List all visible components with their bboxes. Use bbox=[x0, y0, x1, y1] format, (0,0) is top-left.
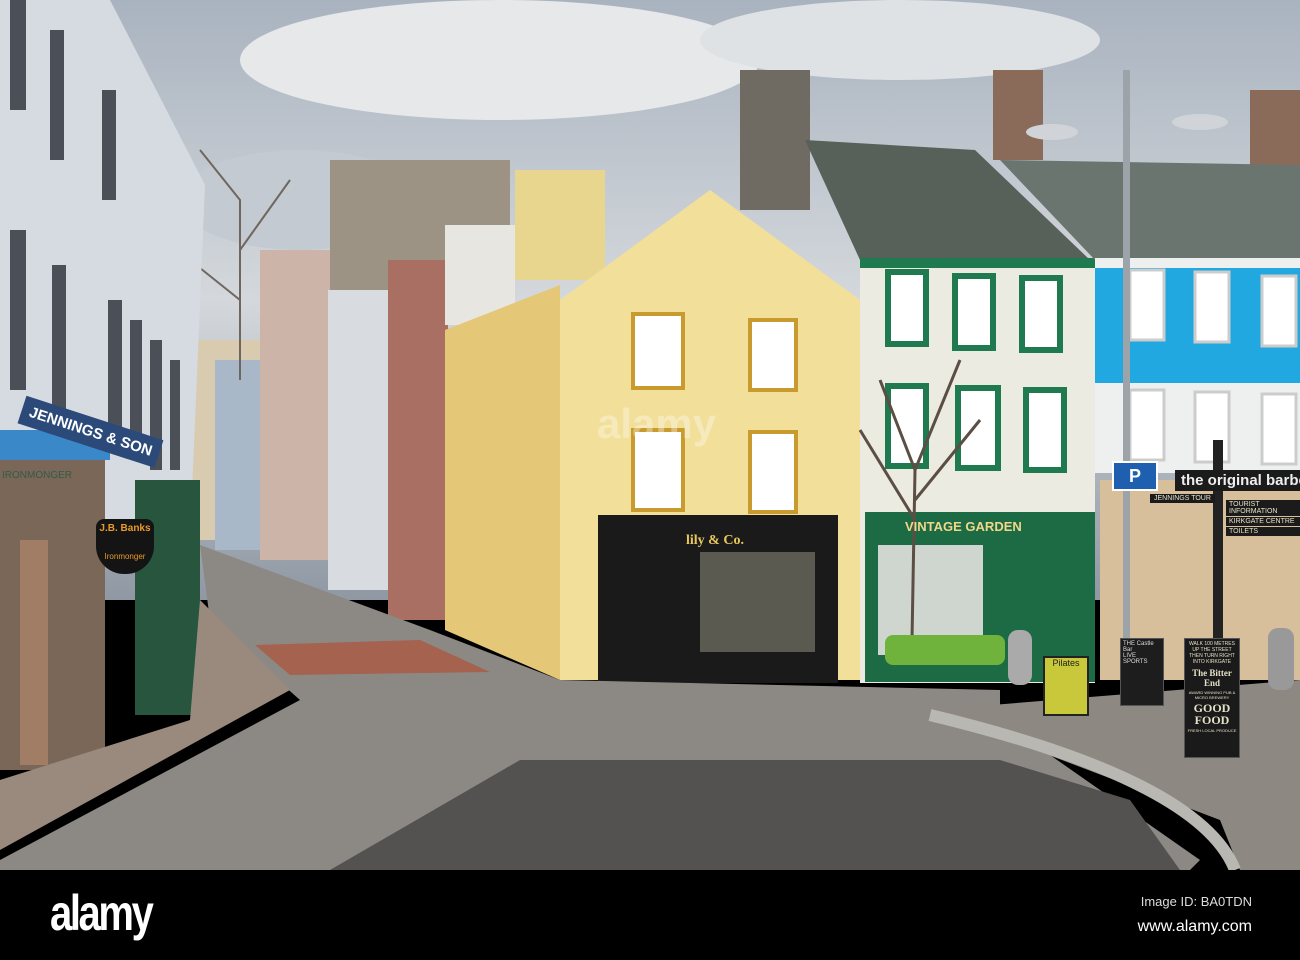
banks-sign-title: J.B. Banks bbox=[99, 523, 151, 534]
bitter-board-directions: WALK 100 METRES UP THE STREET THEN TURN … bbox=[1189, 641, 1235, 665]
window bbox=[748, 318, 798, 392]
bollard bbox=[1268, 628, 1294, 690]
chimney bbox=[515, 170, 605, 280]
parking-sign: P bbox=[1112, 461, 1158, 491]
bitter-end-board: WALK 100 METRES UP THE STREET THEN TURN … bbox=[1184, 638, 1240, 758]
alamy-logo: alamy bbox=[50, 885, 154, 941]
barber-sign: the original barbe bbox=[1175, 470, 1300, 491]
cloud bbox=[240, 0, 760, 120]
bitter-board-brewery: AWARD WINNING PUB & MICRO BREWERY bbox=[1188, 690, 1236, 700]
street-photo: lily & Co. VINTAGE GARDEN the original b… bbox=[0, 0, 1300, 870]
pilates-sign: Pilates bbox=[1043, 656, 1089, 716]
watermark-center: alamy bbox=[597, 400, 717, 447]
street-lamp bbox=[1172, 114, 1228, 130]
watermark-footer: alamy Image ID: BA0TDN www.alamy.com bbox=[0, 870, 1300, 960]
window bbox=[748, 430, 798, 514]
bench-planter bbox=[885, 635, 1005, 665]
left-shop-fascia: IRONMONGER bbox=[2, 470, 72, 481]
chimney bbox=[740, 70, 810, 210]
image-id: Image ID: BA0TDN bbox=[1140, 894, 1252, 909]
lamp-post bbox=[1123, 70, 1130, 640]
bg-building-blue bbox=[215, 360, 265, 550]
window bbox=[631, 312, 685, 390]
jennings-tour-sign: JENNINGS TOUR bbox=[1150, 494, 1215, 503]
bollard bbox=[1008, 630, 1032, 685]
direction-sign-toilets: TOILETS bbox=[1226, 527, 1300, 536]
bitter-board-produce: FRESH LOCAL PRODUCE bbox=[1187, 728, 1237, 733]
castle-bar-board: THE Castle Bar LIVE SPORTS bbox=[1120, 638, 1164, 706]
banks-hanging-sign: J.B. Banks Ironmonger bbox=[96, 519, 154, 574]
green-doorway bbox=[135, 480, 200, 715]
cloud bbox=[700, 0, 1100, 80]
chimney bbox=[993, 70, 1043, 160]
bg-building-white bbox=[328, 290, 393, 590]
bitter-board-name: The Bitter End bbox=[1192, 668, 1232, 688]
castle-board-title: THE Castle Bar bbox=[1123, 641, 1154, 653]
bg-building-pink bbox=[260, 250, 335, 560]
yellow-building-side bbox=[445, 285, 560, 680]
green-trim bbox=[860, 258, 1095, 268]
site-url: www.alamy.com bbox=[1137, 918, 1252, 935]
direction-sign-tourist-information: TOURIST INFORMATION bbox=[1226, 500, 1300, 516]
bg-building-red bbox=[388, 260, 448, 620]
shutter bbox=[20, 540, 48, 765]
direction-sign-kirkgate-centre: KIRKGATE CENTRE bbox=[1226, 517, 1300, 526]
street-lamp bbox=[1026, 124, 1078, 140]
left-shop-front bbox=[0, 455, 105, 770]
shop-window bbox=[700, 552, 815, 652]
direction-signs: TOURIST INFORMATION KIRKGATE CENTRE TOIL… bbox=[1226, 500, 1300, 536]
banks-sign-subtitle: Ironmonger bbox=[104, 552, 146, 561]
shop-sign-vintage-garden: VINTAGE GARDEN bbox=[905, 519, 1022, 534]
bitter-board-food: GOOD FOOD bbox=[1193, 701, 1231, 727]
shop-sign-lily-and-co: lily & Co. bbox=[686, 533, 744, 548]
castle-board-subtitle: LIVE SPORTS bbox=[1123, 653, 1148, 665]
